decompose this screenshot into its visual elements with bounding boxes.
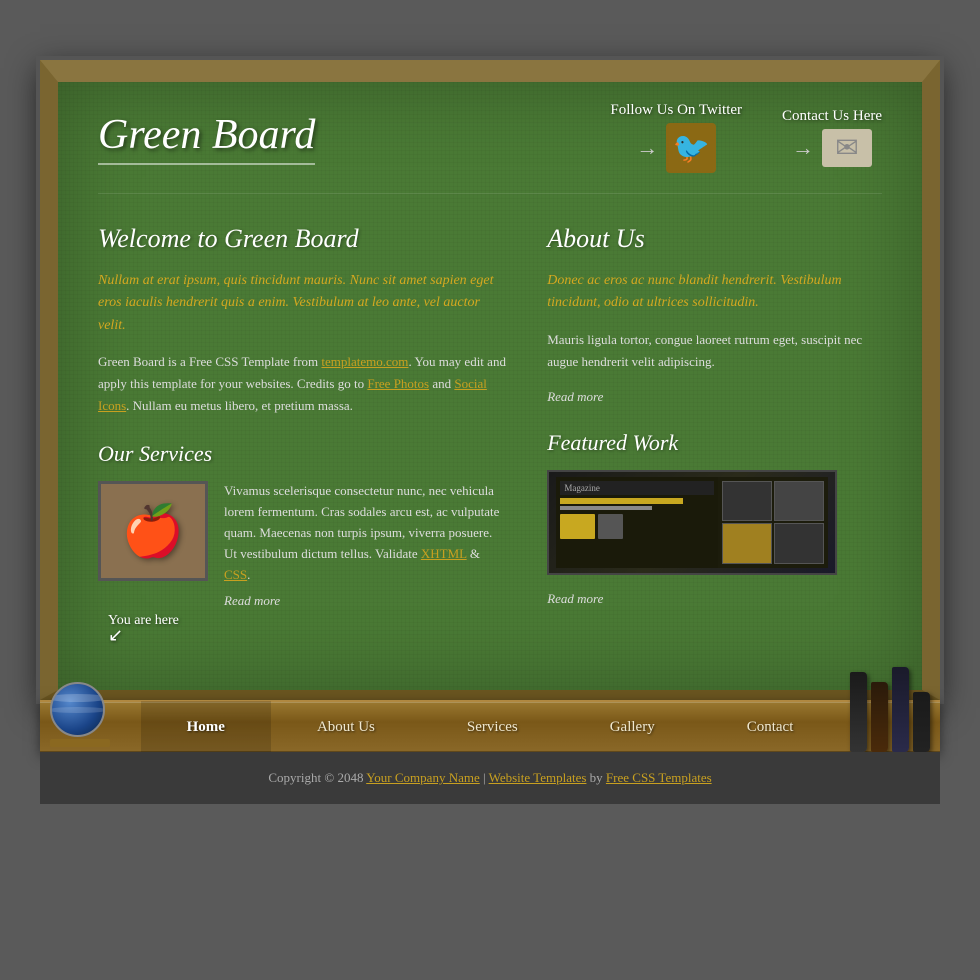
amp-text: & [467,546,480,561]
featured-read-more[interactable]: Read more [547,591,603,607]
feat-title: Magazine [560,481,713,495]
period: . [247,567,250,582]
welcome-body3: and [429,376,454,391]
about-read-more[interactable]: Read more [547,389,603,405]
featured-image: Magazine [547,470,837,575]
feat-cell-2 [774,481,824,521]
twitter-link[interactable]: Follow Us On Twitter → 🐦 [610,102,742,173]
navbar: Home About Us Services Gallery Contact [40,700,940,752]
free-css-link[interactable]: Free CSS Templates [606,770,712,785]
services-text-block: Vivamus scelerisque consectetur nunc, ne… [224,481,507,612]
bird-icon: 🐦 [673,131,710,166]
header-social: Follow Us On Twitter → 🐦 Contact Us Here… [610,102,882,173]
about-heading: About Us [547,224,882,254]
nav-item-contact[interactable]: Contact [701,701,840,753]
xhtml-link[interactable]: XHTML [421,546,467,561]
nav-item-gallery[interactable]: Gallery [564,701,701,753]
welcome-body1: Green Board is a Free CSS Template from [98,354,321,369]
featured-heading: Featured Work [547,430,882,456]
footer-by: by [586,770,606,785]
twitter-icon: 🐦 [666,123,716,173]
feat-cell-1 [722,481,772,521]
globe-decoration [50,682,120,762]
welcome-italic: Nullam at erat ipsum, quis tincidunt mau… [98,270,507,337]
book-1 [850,672,867,752]
book-4 [913,692,930,752]
featured-left: Magazine [556,477,717,568]
css-link[interactable]: CSS [224,567,247,582]
about-body: Mauris ligula tortor, congue laoreet rut… [547,329,882,373]
books-decoration [850,662,930,752]
services-read-more[interactable]: Read more [224,591,280,612]
nav-links: Home About Us Services Gallery Contact [141,701,840,753]
services-row: 🍎 Vivamus scelerisque consectetur nunc, … [98,481,507,612]
welcome-body: Green Board is a Free CSS Template from … [98,351,507,417]
feat-cell-4 [774,523,824,563]
contact-label: Contact Us Here [782,108,882,125]
book-3 [892,667,909,752]
featured-right [718,477,828,568]
nav-item-services[interactable]: Services [421,701,564,753]
book-2 [871,682,888,752]
globe-icon [50,682,105,737]
company-name-link[interactable]: Your Company Name [366,770,480,785]
apple-icon: 🍎 [122,502,184,561]
contact-link[interactable]: Contact Us Here → [782,108,882,167]
twitter-link-row: → 🐦 [636,123,716,173]
contact-link-row: → [792,129,872,167]
services-image: 🍎 [98,481,208,581]
you-are-here-label: You are here [108,613,179,646]
website-templates-link[interactable]: Website Templates [489,770,587,785]
nav-item-home[interactable]: Home [141,701,271,753]
twitter-arrow-icon: → [636,135,658,161]
feat-bar-1 [560,498,683,504]
about-italic: Donec ac eros ac nunc blandit hendrerit.… [547,270,882,315]
nav-item-about[interactable]: About Us [271,701,421,753]
templatemo-link[interactable]: templatemo.com [321,354,408,369]
featured-inner: Magazine [556,477,828,568]
site-logo: Green Board [98,111,315,165]
welcome-body4: . Nullam eu metus libero, et pretium mas… [126,398,353,413]
chalkboard: Green Board Follow Us On Twitter → 🐦 Con… [40,60,940,700]
feat-cell-3 [722,523,772,563]
contact-arrow-icon: → [792,135,814,161]
footer: Copyright © 2048 Your Company Name | Web… [40,752,940,804]
feat-bar-2 [560,506,652,510]
welcome-heading: Welcome to Green Board [98,224,507,254]
free-photos-link[interactable]: Free Photos [367,376,429,391]
copyright-text: Copyright © 2048 [268,770,366,785]
twitter-label: Follow Us On Twitter [610,102,742,119]
footer-separator: | [480,770,489,785]
globe-base [50,739,110,747]
site-header: Green Board Follow Us On Twitter → 🐦 Con… [98,102,882,194]
envelope-icon [822,129,872,167]
content-area: Welcome to Green Board Nullam at erat ip… [98,224,882,612]
services-heading: Our Services [98,441,507,467]
right-column: About Us Donec ac eros ac nunc blandit h… [547,224,882,612]
left-column: Welcome to Green Board Nullam at erat ip… [98,224,507,612]
